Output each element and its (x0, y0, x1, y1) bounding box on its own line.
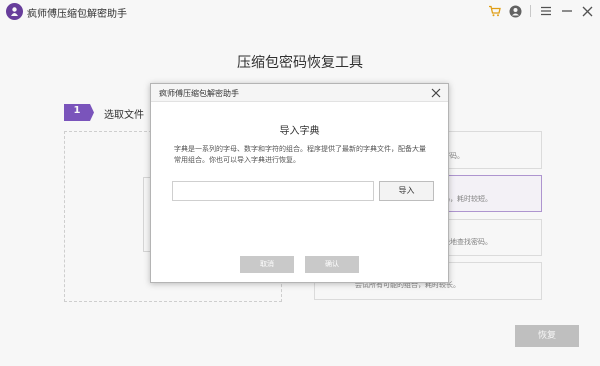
dialog-header: 疯师傅压缩包解密助手 (151, 84, 448, 102)
dictionary-path-input[interactable] (172, 181, 374, 201)
import-dictionary-dialog: 疯师傅压缩包解密助手 导入字典 字典是一系列的字母、数字和字符的组合。程序提供了… (150, 83, 449, 283)
dialog-title: 疯师傅压缩包解密助手 (159, 89, 239, 98)
dialog-close-icon[interactable] (429, 86, 443, 100)
dialog-heading: 导入字典 (279, 126, 320, 137)
cancel-button[interactable]: 取消 (240, 256, 294, 273)
import-button[interactable]: 导入 (379, 181, 434, 201)
dialog-description: 字典是一系列的字母、数字和字符的组合。程序提供了最新的字典文件，配备大量常用组合… (174, 145, 426, 164)
confirm-button[interactable]: 确认 (305, 256, 359, 273)
